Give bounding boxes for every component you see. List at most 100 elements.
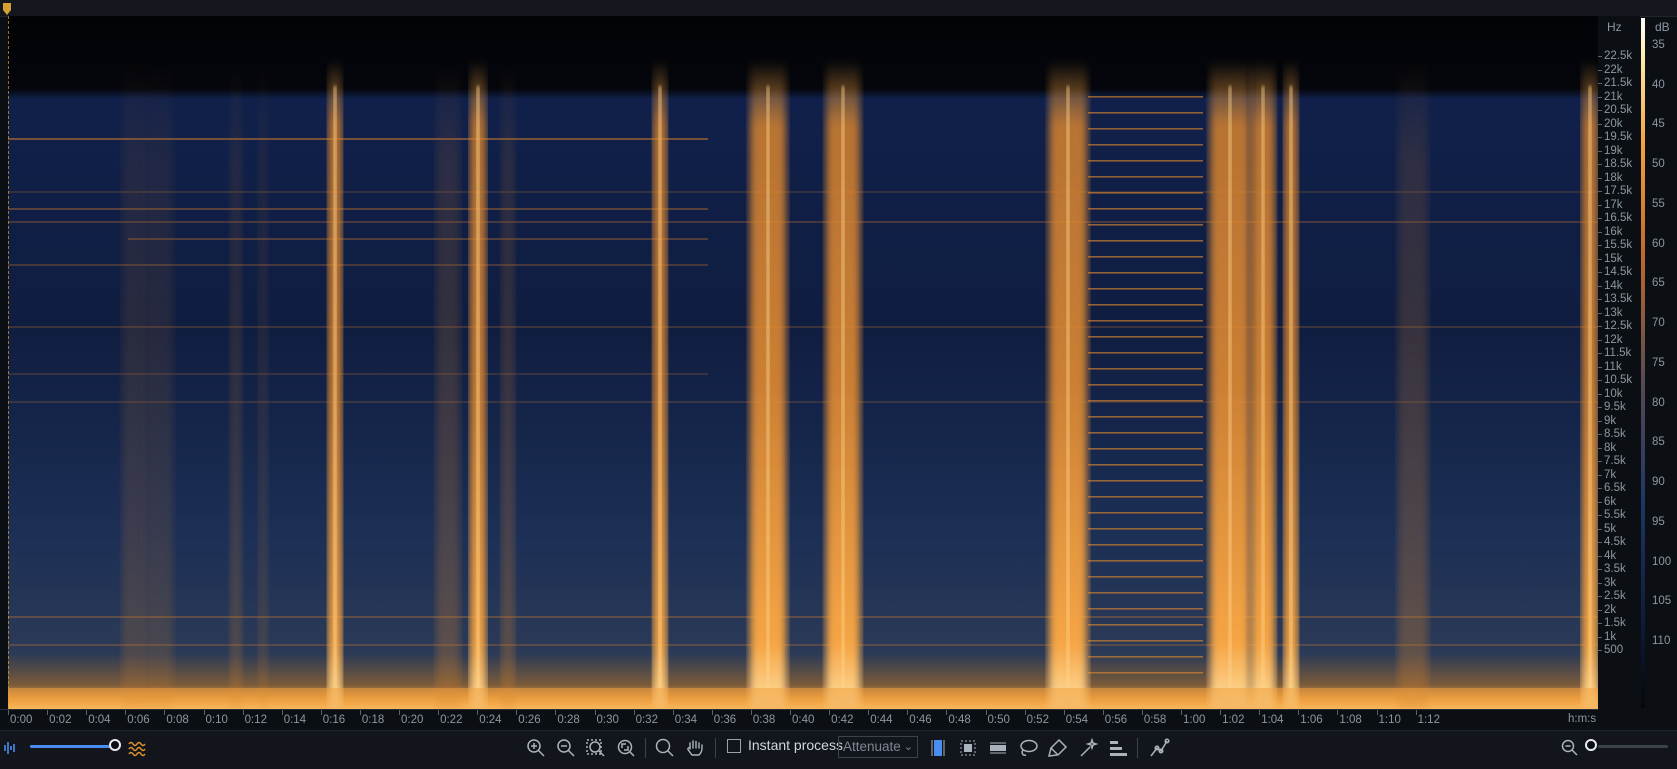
frequency-tick-label: 4k xyxy=(1604,549,1617,562)
instant-process-checkbox[interactable] xyxy=(727,739,741,753)
playhead-marker-icon[interactable] xyxy=(2,2,12,16)
spectrogram-icon[interactable] xyxy=(124,735,150,761)
zoom-fit-icon[interactable] xyxy=(613,735,639,761)
burst-column xyxy=(1398,61,1428,709)
time-tick-label: 0:26 xyxy=(518,714,541,726)
frequency-tick xyxy=(1598,434,1602,435)
spectrogram-view[interactable] xyxy=(8,16,1598,709)
db-colorbar xyxy=(1641,18,1645,708)
burst-core xyxy=(658,86,662,709)
burst-core xyxy=(476,86,480,709)
frequency-tick xyxy=(1598,56,1602,57)
db-tick-label: 40 xyxy=(1652,78,1665,91)
frequency-tick-label: 13k xyxy=(1604,306,1623,319)
zoom-slider-track[interactable] xyxy=(1598,745,1668,748)
time-tick-label: 0:46 xyxy=(909,714,932,726)
frequency-tick xyxy=(1598,245,1602,246)
frequency-tick-label: 10.5k xyxy=(1604,374,1633,386)
brush-icon[interactable] xyxy=(1045,735,1071,761)
frequency-tick xyxy=(1598,258,1602,260)
frequency-select-icon[interactable] xyxy=(985,735,1011,761)
burst-core xyxy=(1588,86,1592,709)
time-tick-label: 0:12 xyxy=(244,714,267,726)
harmonic-line xyxy=(1088,256,1203,258)
mode-select-value: Attenuate xyxy=(843,739,901,754)
frequency-tick-label: 3k xyxy=(1604,576,1617,589)
time-unit: h:m:s xyxy=(1568,713,1597,725)
harmonic-line xyxy=(1088,496,1203,498)
frequency-tick-label: 500 xyxy=(1604,644,1624,656)
zoom-in-icon[interactable] xyxy=(523,735,549,761)
time-select-icon[interactable] xyxy=(925,735,951,761)
display-blend-slider-handle[interactable] xyxy=(109,739,121,751)
time-tick-label: 0:08 xyxy=(166,714,189,726)
time-tick xyxy=(1220,710,1222,715)
time-tick-label: 0:28 xyxy=(557,714,580,726)
db-tick-label: 100 xyxy=(1652,555,1672,568)
magic-wand-icon[interactable] xyxy=(1075,735,1101,761)
time-tick xyxy=(320,710,322,715)
frequency-tick xyxy=(1598,110,1602,111)
zoom-selection-icon[interactable] xyxy=(583,735,609,761)
burst-column xyxy=(436,61,460,709)
frequency-tick xyxy=(1598,339,1602,341)
frequency-tick xyxy=(1598,636,1602,638)
time-tick xyxy=(868,710,870,715)
frequency-tick xyxy=(1598,150,1602,152)
toolbar-separator xyxy=(1137,738,1138,758)
spectrogram-canvas xyxy=(8,16,1598,709)
frequency-tick xyxy=(1598,353,1602,354)
time-tick-label: 0:16 xyxy=(322,714,346,726)
db-unit: dB xyxy=(1655,20,1670,34)
burst-column xyxy=(501,61,515,709)
frequency-tick xyxy=(1598,582,1602,584)
time-tick xyxy=(946,710,948,715)
harmonic-line xyxy=(1088,480,1203,482)
time-axis[interactable]: 0:00 0:02 0:04 0:06 0:08 0:10 0:12 0:14 0:16 0:18… xyxy=(0,709,1598,730)
time-tick xyxy=(281,710,283,715)
zoom-slider-handle[interactable] xyxy=(1585,739,1597,751)
spectrogram-background xyxy=(8,16,1598,709)
harmonic-line xyxy=(1088,560,1203,562)
harmonic-select-icon[interactable] xyxy=(1105,735,1131,761)
zoom-out-small-icon[interactable] xyxy=(1557,735,1583,761)
time-tick xyxy=(1141,710,1143,715)
time-tick xyxy=(594,710,596,715)
frequency-tick-label: 1.5k xyxy=(1604,617,1626,629)
harmonic-line xyxy=(8,401,1598,403)
frequency-tick xyxy=(1598,569,1602,570)
hand-icon[interactable] xyxy=(682,735,708,761)
harmonic-line xyxy=(1088,544,1203,546)
lasso-icon[interactable] xyxy=(1015,735,1041,761)
time-tick xyxy=(477,710,479,715)
frequency-tick-label: 9.5k xyxy=(1604,401,1626,413)
low-frequency-band xyxy=(8,688,1598,709)
frequency-tick xyxy=(1598,555,1602,557)
frequency-tick xyxy=(1598,501,1602,503)
frequency-tick-label: 8k xyxy=(1604,441,1617,454)
time-tick xyxy=(633,710,635,715)
harmonic-line xyxy=(1088,400,1203,402)
frequency-tick xyxy=(1598,312,1602,314)
time-tick xyxy=(47,710,49,715)
frequency-tick-label: 3.5k xyxy=(1604,563,1626,575)
frequency-tick-label: 11.5k xyxy=(1604,347,1632,359)
frequency-tick-label: 22.5k xyxy=(1604,50,1633,62)
time-tick-label: 0:56 xyxy=(1104,714,1128,726)
instant-process-mode-select[interactable]: Attenuate ⌄ xyxy=(838,736,918,758)
frequency-tick-label: 19.5k xyxy=(1604,131,1633,143)
time-frequency-select-icon[interactable] xyxy=(955,735,981,761)
curve-tool-icon[interactable] xyxy=(1146,735,1172,761)
frequency-tick xyxy=(1598,393,1602,395)
frequency-tick xyxy=(1598,218,1602,219)
zoom-out-icon[interactable] xyxy=(553,735,579,761)
waveform-icon[interactable] xyxy=(0,735,26,761)
frequency-tick xyxy=(1598,191,1602,192)
time-tick-label: 1:10 xyxy=(1378,714,1401,726)
harmonic-line xyxy=(1088,320,1203,322)
magnify-icon[interactable] xyxy=(652,735,678,761)
timeline-header xyxy=(0,0,1677,17)
time-tick-label: 0:52 xyxy=(1026,714,1049,726)
frequency-tick-label: 17k xyxy=(1604,198,1623,211)
frequency-axis: 22.5k 22k 21.5k 21k 20.5k 20k 19.5k 19k 18.5k 18k… xyxy=(1598,16,1640,709)
